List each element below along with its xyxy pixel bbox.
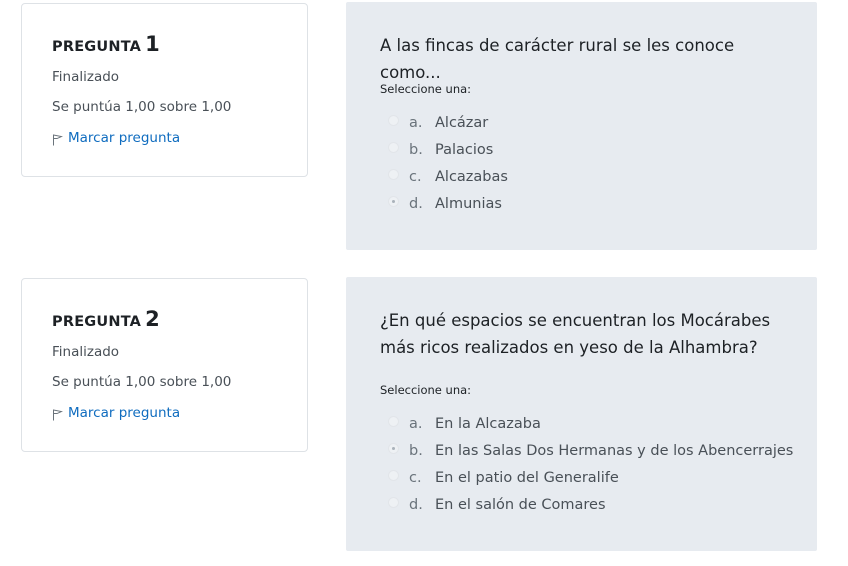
question-info-panel: PREGUNTA 2 Finalizado Se puntúa 1,00 sobr… [21, 278, 308, 452]
radio-icon[interactable] [388, 497, 399, 508]
question-text: ¿En qué espacios se encuentran los Mocár… [380, 311, 771, 357]
question-text: A las fincas de carácter rural se les co… [380, 36, 735, 82]
answer-option-d[interactable]: d. Almunias [388, 190, 508, 217]
answer-letter: c. [409, 469, 422, 486]
radio-icon[interactable] [388, 169, 399, 180]
answer-text: En el patio del Generalife [435, 469, 619, 486]
question-content: A las fincas de carácter rural se les co… [346, 2, 817, 250]
answer-text: Palacios [435, 141, 494, 158]
answer-letter: d. [409, 496, 423, 513]
question-label: PREGUNTA [52, 39, 142, 55]
question-number: PREGUNTA 2 [52, 307, 160, 331]
answer-list: a. Alcázar b. Palacios c. Alcazabas d. A… [388, 109, 508, 217]
radio-icon[interactable] [388, 115, 399, 126]
radio-icon[interactable] [388, 470, 399, 481]
answer-text: Almunias [435, 195, 502, 212]
flag-question-link[interactable]: Marcar pregunta [52, 405, 180, 421]
flag-question-link[interactable]: Marcar pregunta [52, 130, 180, 146]
question-grade: Se puntúa 1,00 sobre 1,00 [52, 374, 232, 390]
radio-icon[interactable] [388, 142, 399, 153]
radio-icon[interactable] [388, 443, 399, 454]
question-grade: Se puntúa 1,00 sobre 1,00 [52, 99, 232, 115]
flag-icon [53, 133, 63, 145]
answer-text: En las Salas Dos Hermanas y de los Abenc… [435, 442, 794, 459]
answer-letter: b. [409, 141, 423, 158]
question-content: ¿En qué espacios se encuentran los Mocár… [346, 277, 817, 551]
answer-prompt: Seleccione una: [380, 383, 472, 397]
flag-question-label: Marcar pregunta [68, 130, 181, 146]
answer-option-b[interactable]: b. En las Salas Dos Hermanas y de los Ab… [388, 437, 793, 464]
answer-option-c[interactable]: c. Alcazabas [388, 163, 508, 190]
answer-option-a[interactable]: a. Alcázar [388, 109, 508, 136]
answer-option-b[interactable]: b. Palacios [388, 136, 508, 163]
answer-text: Alcázar [435, 114, 489, 131]
answer-letter: a. [409, 114, 423, 131]
answer-list: a. En la Alcazaba b. En las Salas Dos He… [388, 410, 793, 518]
question-number: PREGUNTA 1 [52, 32, 160, 56]
question-state: Finalizado [52, 344, 120, 360]
answer-prompt: Seleccione una: [380, 82, 472, 96]
answer-text: En la Alcazaba [435, 415, 541, 432]
answer-letter: d. [409, 195, 423, 212]
radio-icon[interactable] [388, 416, 399, 427]
answer-letter: c. [409, 168, 422, 185]
flag-icon [53, 408, 63, 420]
answer-option-a[interactable]: a. En la Alcazaba [388, 410, 793, 437]
answer-option-d[interactable]: d. En el salón de Comares [388, 491, 793, 518]
answer-option-c[interactable]: c. En el patio del Generalife [388, 464, 793, 491]
question-number-value: 2 [145, 307, 160, 331]
answer-text: En el salón de Comares [435, 496, 606, 513]
radio-icon[interactable] [388, 196, 399, 207]
question-label: PREGUNTA [52, 314, 142, 330]
answer-letter: b. [409, 442, 423, 459]
flag-question-label: Marcar pregunta [68, 405, 181, 421]
question-state: Finalizado [52, 69, 120, 85]
question-info-panel: PREGUNTA 1 Finalizado Se puntúa 1,00 sobr… [21, 3, 308, 177]
answer-letter: a. [409, 415, 423, 432]
question-number-value: 1 [145, 32, 160, 56]
answer-text: Alcazabas [435, 168, 508, 185]
